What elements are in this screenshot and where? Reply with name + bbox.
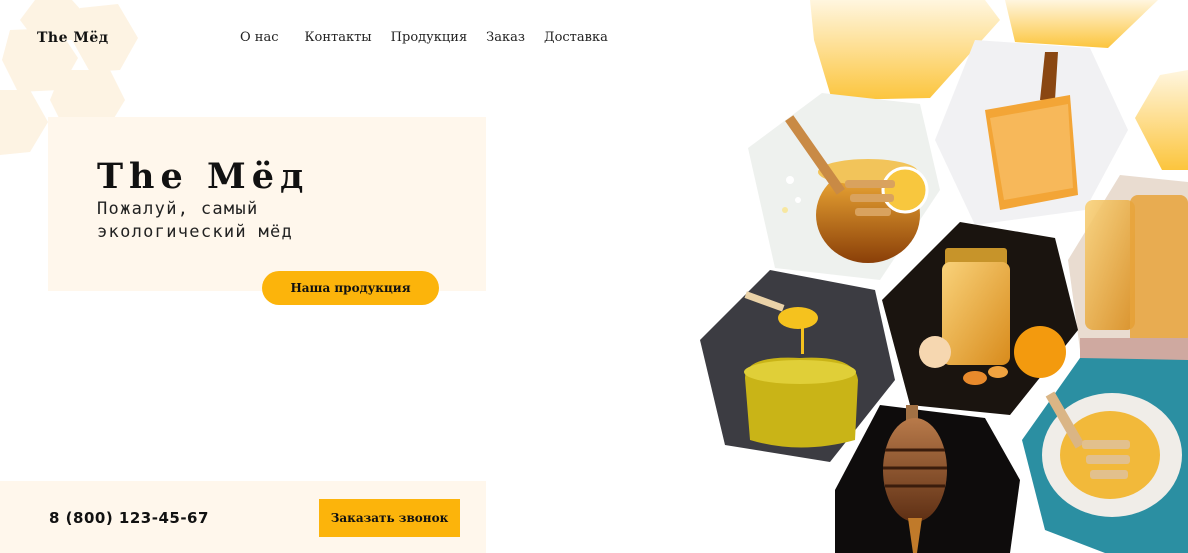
- honey-bowl-dipper-photo[interactable]: [1022, 358, 1188, 553]
- yellow-hex-3: [1135, 70, 1188, 170]
- honeycomb-gallery: [700, 0, 1188, 553]
- honeycomb-spoon-photo[interactable]: [935, 40, 1128, 225]
- yellow-hex-2: [1005, 0, 1158, 48]
- honey-jar-tangerine-photo[interactable]: [882, 222, 1078, 415]
- honey-dipper-dark-photo[interactable]: [835, 405, 1020, 553]
- honey-dipper-jar-photo[interactable]: [748, 93, 940, 280]
